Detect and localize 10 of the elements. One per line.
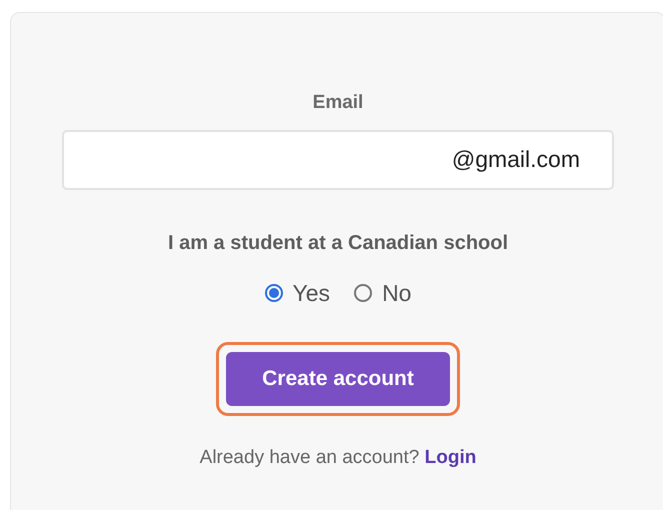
radio-button[interactable] bbox=[264, 284, 283, 302]
student-question: I am a student at a Canadian school bbox=[168, 230, 508, 256]
radio-option[interactable]: Yes bbox=[264, 276, 330, 310]
login-prompt: Already have an account? Login bbox=[200, 446, 476, 470]
create-account-button[interactable]: Create account bbox=[226, 352, 450, 406]
radio-option[interactable]: No bbox=[354, 276, 412, 310]
email-field[interactable]: @gmail.com bbox=[62, 130, 614, 190]
radio-button[interactable] bbox=[354, 284, 372, 302]
login-link[interactable]: Login bbox=[424, 447, 476, 468]
email-label: Email bbox=[312, 91, 364, 115]
